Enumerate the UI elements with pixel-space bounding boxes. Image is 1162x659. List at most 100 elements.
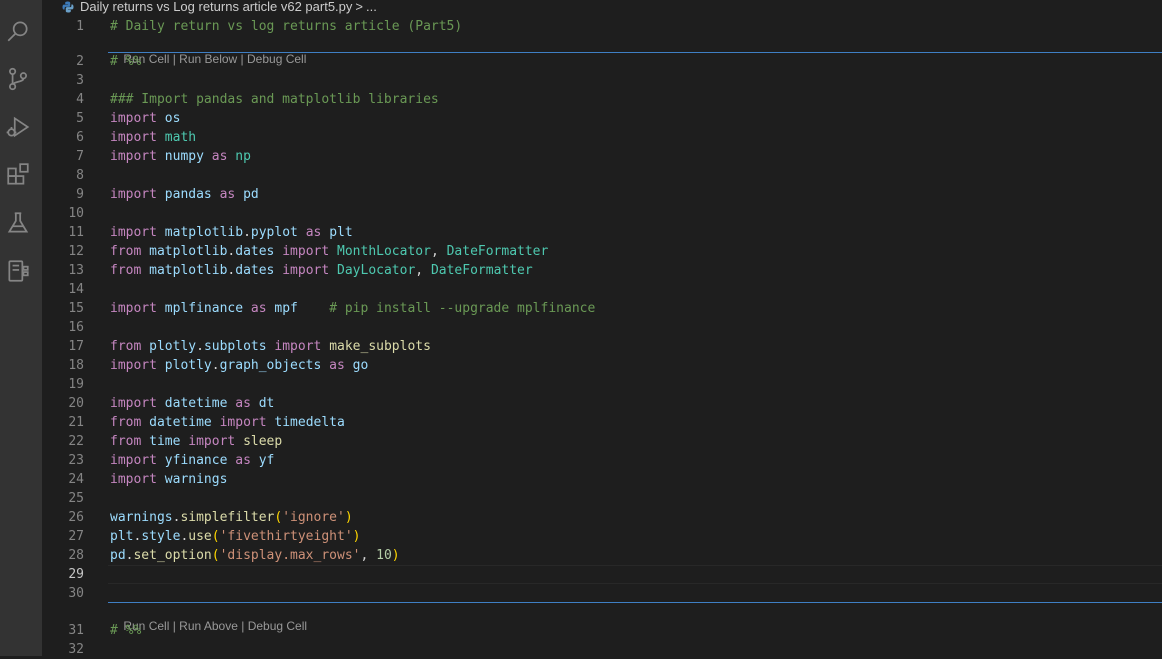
code-token: ### Import pandas and matplotlib librari… bbox=[110, 92, 439, 107]
line-number: 29 bbox=[68, 567, 84, 582]
line-number: 19 bbox=[68, 377, 84, 392]
code-line[interactable]: 7 import numpy as np bbox=[42, 147, 1162, 166]
code-line[interactable]: 19 bbox=[42, 375, 1162, 394]
code-line[interactable]: 18 import plotly.graph_objects as go bbox=[42, 356, 1162, 375]
line-number: 7 bbox=[76, 149, 84, 164]
jupyter-icon[interactable] bbox=[5, 258, 31, 284]
code-token: pyplot bbox=[250, 225, 298, 240]
code-token: import bbox=[219, 415, 267, 430]
code-text: warnings.simplefilter('ignore') bbox=[110, 508, 353, 527]
code-line[interactable]: 14 bbox=[42, 280, 1162, 299]
code-line[interactable]: 28 pd.set_option('display.max_rows', 10) bbox=[42, 546, 1162, 565]
code-token: os bbox=[164, 111, 181, 126]
line-number: 31 bbox=[68, 623, 84, 638]
code-line[interactable]: 21 from datetime import timedelta bbox=[42, 413, 1162, 432]
code-line[interactable]: 20 import datetime as dt bbox=[42, 394, 1162, 413]
source-control-icon[interactable] bbox=[5, 66, 31, 92]
code-line[interactable]: 17 from plotly.subplots import make_subpl… bbox=[42, 337, 1162, 356]
code-token: set_option bbox=[133, 548, 212, 563]
testing-icon[interactable] bbox=[5, 210, 31, 236]
code-line[interactable]: 15 import mplfinance as mpf # pip install… bbox=[42, 299, 1162, 318]
code-token: np bbox=[235, 149, 251, 164]
code-token: , bbox=[360, 548, 377, 563]
line-number: 4 bbox=[76, 92, 84, 107]
search-icon[interactable] bbox=[5, 18, 31, 44]
code-token: matplotlib bbox=[164, 225, 244, 240]
line-number: 26 bbox=[68, 510, 84, 525]
code-text: from matplotlib.dates import DayLocator,… bbox=[110, 261, 533, 280]
code-line[interactable]: 3 bbox=[42, 71, 1162, 90]
code-token: # %% bbox=[110, 54, 142, 69]
code-editor[interactable]: Daily returns vs Log returns article v62… bbox=[42, 0, 1162, 659]
line-number: 3 bbox=[76, 73, 84, 88]
code-text: import mplfinance as mpf # pip install -… bbox=[110, 299, 595, 318]
code-line[interactable]: 22 from time import sleep bbox=[42, 432, 1162, 451]
code-token: 10 bbox=[376, 548, 392, 563]
line-number: 30 bbox=[68, 586, 84, 601]
code-token: import bbox=[274, 339, 322, 354]
code-line[interactable]: 11 import matplotlib.pyplot as plt bbox=[42, 223, 1162, 242]
python-file-icon bbox=[62, 1, 74, 13]
code-token: as bbox=[235, 453, 251, 468]
code-line[interactable]: 32 bbox=[42, 640, 1162, 659]
code-line[interactable]: 2 # %% bbox=[42, 52, 1162, 71]
code-line[interactable]: 9 import pandas as pd bbox=[42, 185, 1162, 204]
code-text: import matplotlib.pyplot as plt bbox=[110, 223, 353, 242]
code-token: mpf bbox=[274, 301, 298, 316]
code-token: 'ignore' bbox=[282, 510, 345, 525]
code-token: time bbox=[149, 434, 181, 449]
code-line[interactable]: 6 import math bbox=[42, 128, 1162, 147]
code-token: as bbox=[219, 187, 236, 202]
code-line[interactable]: 24 import warnings bbox=[42, 470, 1162, 489]
line-number: 21 bbox=[68, 415, 84, 430]
line-number: 27 bbox=[68, 529, 84, 544]
code-line[interactable]: 26 warnings.simplefilter('ignore') bbox=[42, 508, 1162, 527]
code-token: make_subplots bbox=[329, 339, 431, 354]
breadcrumb-separator: > bbox=[355, 0, 363, 14]
run-debug-icon[interactable] bbox=[5, 114, 31, 140]
code-line[interactable]: 13 from matplotlib.dates import DayLocato… bbox=[42, 261, 1162, 280]
code-line[interactable]: 27 plt.style.use('fivethirtyeight') bbox=[42, 527, 1162, 546]
code-text: pd.set_option('display.max_rows', 10) bbox=[110, 546, 400, 565]
code-line[interactable]: 8 bbox=[42, 166, 1162, 185]
code-token: ) bbox=[391, 548, 400, 563]
code-text: import datetime as dt bbox=[110, 394, 274, 413]
code-line[interactable]: 16 bbox=[42, 318, 1162, 337]
code-line[interactable]: 25 bbox=[42, 489, 1162, 508]
code-line[interactable]: 23 import yfinance as yf bbox=[42, 451, 1162, 470]
breadcrumb-symbol[interactable]: ... bbox=[366, 0, 377, 14]
code-token: import bbox=[282, 263, 330, 278]
code-token: import bbox=[188, 434, 236, 449]
code-line[interactable]: 31 # %% bbox=[42, 621, 1162, 640]
code-line[interactable]: 30 bbox=[42, 584, 1162, 603]
code-text: # %% bbox=[110, 52, 141, 71]
code-text: from plotly.subplots import make_subplot… bbox=[110, 337, 431, 356]
line-number: 14 bbox=[68, 282, 84, 297]
code-line[interactable]: 5 import os bbox=[42, 109, 1162, 128]
code-line[interactable]: 1 # Daily return vs log returns article (… bbox=[42, 17, 1162, 36]
breadcrumb-file-name[interactable]: Daily returns vs Log returns article v62… bbox=[80, 0, 352, 14]
code-token: import bbox=[110, 149, 157, 164]
code-token: from bbox=[110, 415, 142, 430]
line-number: 24 bbox=[68, 472, 84, 487]
code-line[interactable]: 12 from matplotlib.dates import MonthLoca… bbox=[42, 242, 1162, 261]
code-line[interactable]: 29 bbox=[42, 565, 1162, 584]
extensions-icon[interactable] bbox=[5, 162, 31, 188]
line-number: 12 bbox=[68, 244, 84, 259]
code-line[interactable]: 4 ### Import pandas and matplotlib librar… bbox=[42, 90, 1162, 109]
line-number: 10 bbox=[68, 206, 84, 221]
code-token: graph_objects bbox=[219, 358, 322, 373]
code-text: plt.style.use('fivethirtyeight') bbox=[110, 527, 360, 546]
code-token: MonthLocator bbox=[337, 244, 431, 259]
code-token: dates bbox=[235, 244, 275, 259]
code-line[interactable]: 10 bbox=[42, 204, 1162, 223]
